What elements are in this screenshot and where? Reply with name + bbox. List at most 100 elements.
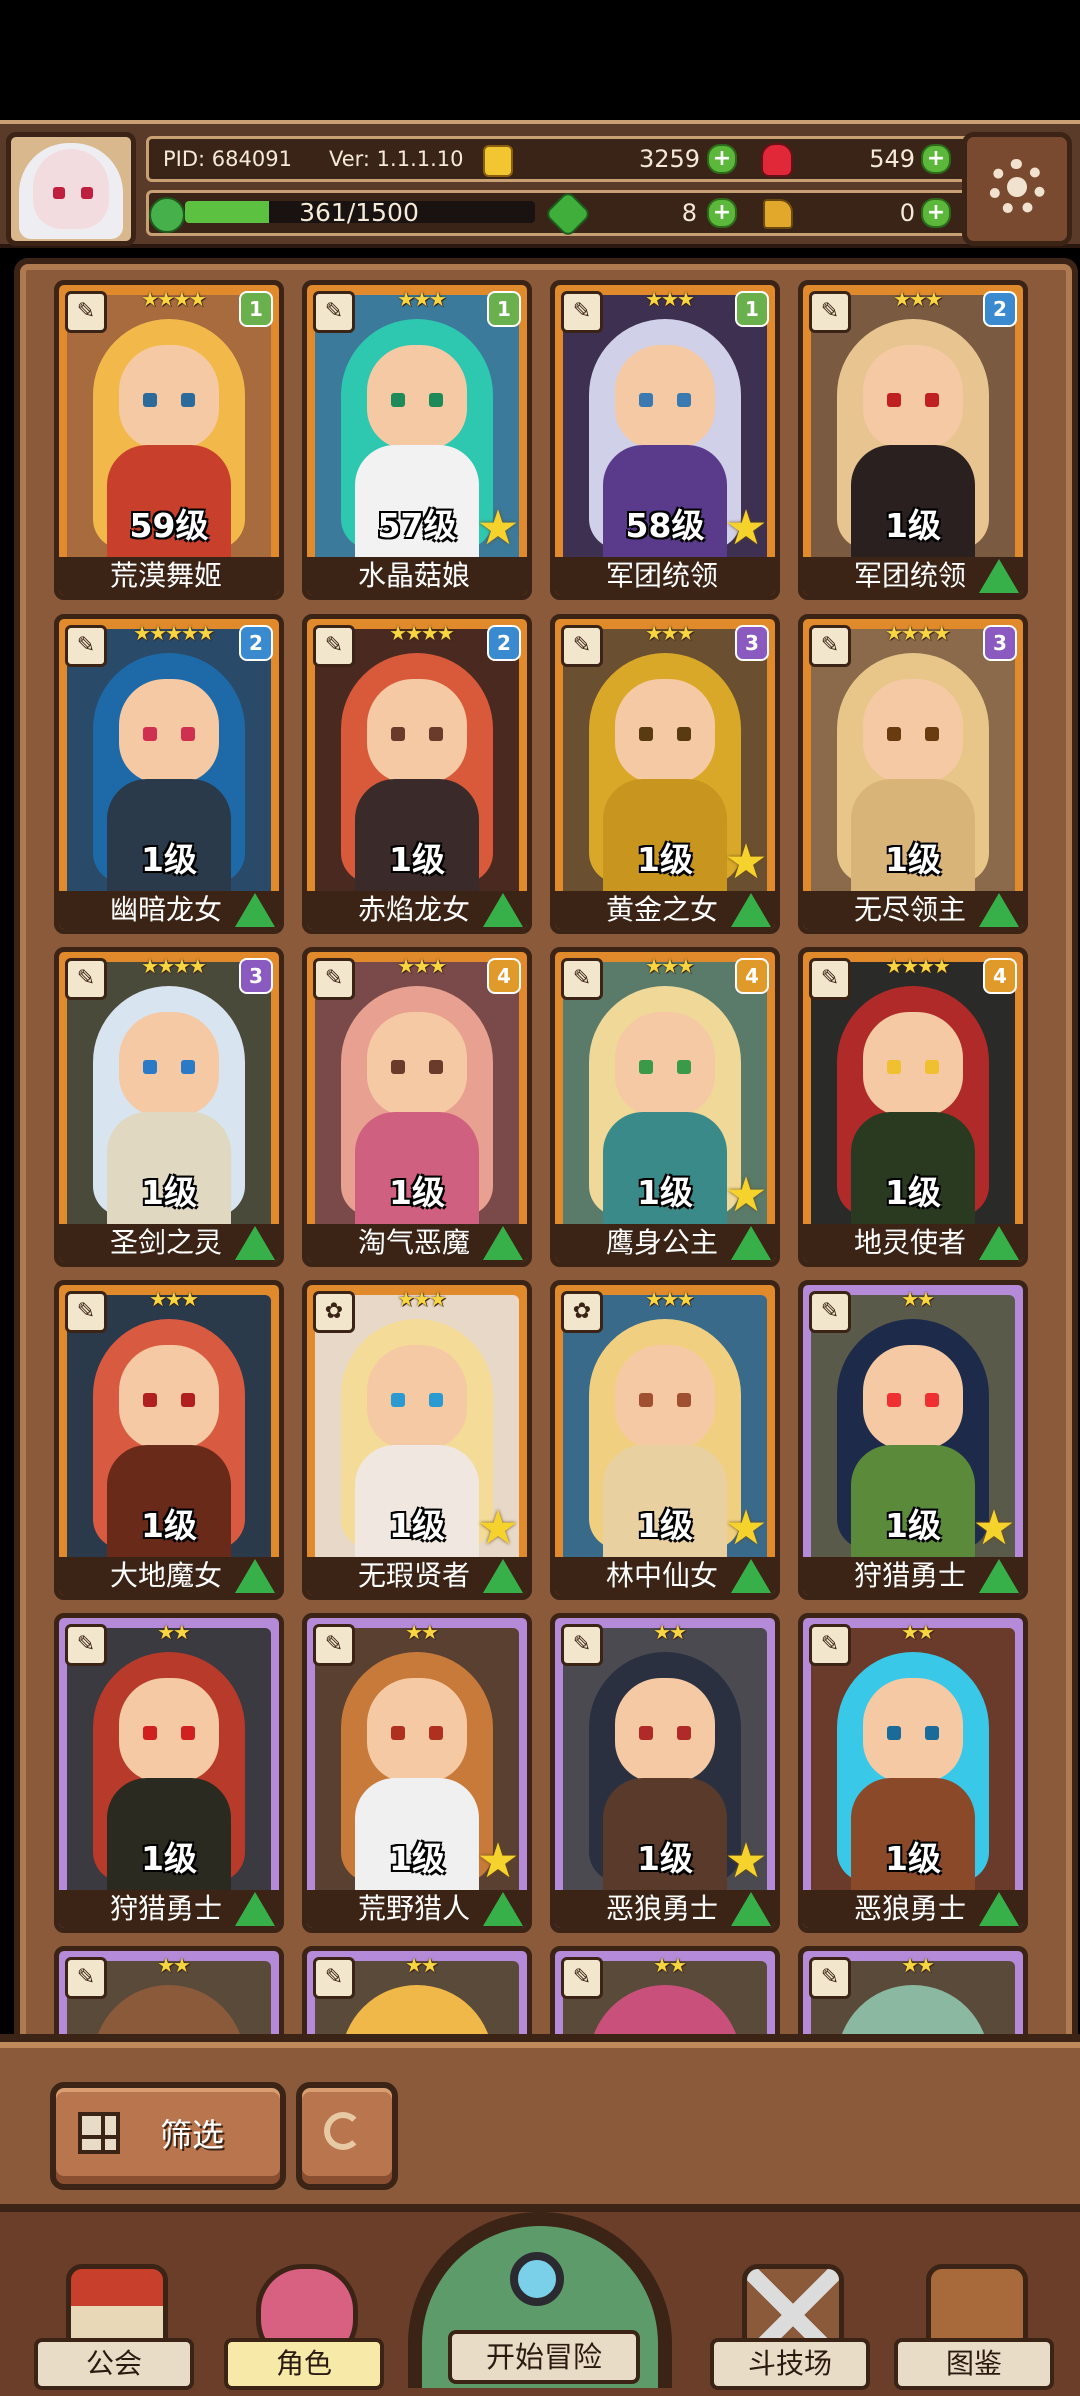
tab-codex[interactable]: 图鉴 xyxy=(894,2240,1054,2390)
resource-row: 361/1500 8 + 0 + xyxy=(146,189,972,239)
start-adventure-label: 开始冒险 xyxy=(448,2330,640,2384)
rarity-stars: ★★★ xyxy=(149,1287,199,1311)
character-card[interactable]: ✎ ★★★★ 4 1级 地灵使者 xyxy=(798,947,1028,1267)
tier-badge: 2 xyxy=(239,625,273,661)
character-name: 鹰身公主 xyxy=(605,1226,718,1259)
upgrade-arrow-icon xyxy=(235,893,275,927)
character-card[interactable]: ✎ ★★ 1级 狩猎勇士 xyxy=(54,1613,284,1933)
gold-coin-icon xyxy=(483,145,513,177)
character-name: 淘气恶魔 xyxy=(357,1226,470,1259)
character-card[interactable]: ✎ ★★★ 2 1级 军团统领 xyxy=(798,280,1028,600)
character-name-bar: 水晶菇娘 xyxy=(307,557,527,595)
tab-arena-label: 斗技场 xyxy=(710,2338,870,2390)
character-card[interactable]: ✎ ★★★★ 3 1级 无尽领主 xyxy=(798,614,1028,934)
tier-badge: 3 xyxy=(983,625,1017,661)
start-adventure-button[interactable]: 开始冒险 xyxy=(408,2212,672,2388)
character-name: 赤焰龙女 xyxy=(357,893,470,926)
character-level: 1级 xyxy=(141,1173,197,1212)
character-name: 圣剑之灵 xyxy=(109,1226,222,1259)
character-name: 恶狼勇士 xyxy=(853,1892,966,1925)
tab-character[interactable]: 角色 xyxy=(224,2240,384,2390)
filter-label: 筛选 xyxy=(160,2116,225,2154)
tier-badge: 2 xyxy=(983,291,1017,327)
add-clover-button[interactable]: + xyxy=(707,198,737,228)
character-card[interactable]: ✎ ★★★ 1 58级 ★ 军团统领 xyxy=(550,280,780,600)
rarity-stars: ★★★★ xyxy=(885,954,951,978)
clover-count: 8 xyxy=(681,199,697,227)
character-card[interactable]: ✎ ★★★★ 3 1级 圣剑之灵 xyxy=(54,947,284,1267)
character-card[interactable]: ✎ ★★ 1级 恶狼勇士 xyxy=(798,1613,1028,1933)
character-card[interactable]: ✎ ★★★ 4 1级 淘气恶魔 xyxy=(302,947,532,1267)
add-key-button[interactable]: + xyxy=(921,198,951,228)
class-type-icon: ✎ xyxy=(65,1957,107,1999)
class-type-icon: ✎ xyxy=(313,958,355,1000)
gem-count: 549 xyxy=(869,145,915,173)
rarity-stars: ★★★ xyxy=(397,1287,447,1311)
rarity-stars: ★★★★ xyxy=(141,954,207,978)
add-gold-button[interactable]: + xyxy=(707,144,737,174)
upgrade-arrow-icon xyxy=(483,893,523,927)
upgrade-arrow-icon xyxy=(979,559,1019,593)
upgrade-arrow-icon xyxy=(979,1559,1019,1593)
character-card[interactable]: ✎ ★★★★ 2 1级 赤焰龙女 xyxy=(302,614,532,934)
upgrade-arrow-icon xyxy=(979,893,1019,927)
rarity-stars: ★★★★ xyxy=(141,287,207,311)
character-grid[interactable]: ✎ ★★★★ 1 59级 荒漠舞姬 ✎ ★★★ 1 57级 ★ 水晶菇娘 ✎ ★★★ 1 58级 ★ 军团统领 ✎… xyxy=(40,270,1040,2040)
character-name: 大地魔女 xyxy=(109,1559,222,1592)
character-card[interactable]: ✎ ★★ 1级 ★ 恶狼勇士 xyxy=(550,1613,780,1933)
refresh-icon xyxy=(324,2112,362,2150)
class-type-icon: ✎ xyxy=(561,1957,603,1999)
class-type-icon: ✎ xyxy=(809,625,851,667)
character-card[interactable]: ✎ ★★★★ 1 59级 荒漠舞姬 xyxy=(54,280,284,600)
character-level: 1级 xyxy=(389,840,445,879)
character-card[interactable]: ✎ ★★ xyxy=(550,1946,780,2040)
character-card[interactable]: ✎ ★★ xyxy=(302,1946,532,2040)
character-card[interactable]: ✎ ★★★ 4 1级 ★ 鹰身公主 xyxy=(550,947,780,1267)
class-type-icon: ✎ xyxy=(809,958,851,1000)
upgrade-arrow-icon xyxy=(483,1226,523,1260)
player-avatar[interactable] xyxy=(6,132,136,246)
character-card[interactable]: ✎ ★★ xyxy=(54,1946,284,2040)
rarity-stars: ★★★ xyxy=(397,954,447,978)
grid-icon xyxy=(78,2112,120,2154)
character-name: 狩猎勇士 xyxy=(853,1559,966,1592)
character-name: 黄金之女 xyxy=(605,893,718,926)
character-name: 恶狼勇士 xyxy=(605,1892,718,1925)
character-name-bar: 军团统领 xyxy=(555,557,775,595)
character-card[interactable]: ✎ ★★★ 1 57级 ★ 水晶菇娘 xyxy=(302,280,532,600)
character-card[interactable]: ✎ ★★★★★ 2 1级 幽暗龙女 xyxy=(54,614,284,934)
filter-button[interactable]: 筛选 xyxy=(50,2082,286,2190)
character-name: 狩猎勇士 xyxy=(109,1892,222,1925)
class-type-icon: ✎ xyxy=(313,1624,355,1666)
character-level: 1级 xyxy=(885,506,941,545)
character-card[interactable]: ✿ ★★★ 1级 ★ 林中仙女 xyxy=(550,1280,780,1600)
tier-badge: 1 xyxy=(735,291,769,327)
rarity-stars: ★★★★ xyxy=(885,621,951,645)
settings-button[interactable] xyxy=(962,132,1072,246)
class-type-icon: ✎ xyxy=(65,625,107,667)
character-card[interactable]: ✎ ★★★ 3 1级 ★ 黄金之女 xyxy=(550,614,780,934)
tab-arena[interactable]: 斗技场 xyxy=(710,2240,870,2390)
star-icon: ★ xyxy=(724,834,768,890)
rarity-stars: ★★★ xyxy=(645,954,695,978)
class-type-icon: ✎ xyxy=(561,1624,603,1666)
tier-badge: 4 xyxy=(735,958,769,994)
tab-guild[interactable]: 公会 xyxy=(34,2240,194,2390)
character-card[interactable]: ✿ ★★★ 1级 ★ 无瑕贤者 xyxy=(302,1280,532,1600)
character-card[interactable]: ✎ ★★ 1级 ★ 荒野猎人 xyxy=(302,1613,532,1933)
refresh-button[interactable] xyxy=(296,2082,398,2190)
character-name: 幽暗龙女 xyxy=(109,893,222,926)
upgrade-arrow-icon xyxy=(731,1559,771,1593)
tier-badge: 3 xyxy=(735,625,769,661)
character-name: 荒漠舞姬 xyxy=(109,559,222,592)
rarity-stars: ★★ xyxy=(405,1620,439,1644)
add-gem-button[interactable]: + xyxy=(921,144,951,174)
player-id: PID: 684091 xyxy=(163,147,292,171)
class-type-icon: ✎ xyxy=(313,291,355,333)
class-type-icon: ✎ xyxy=(561,291,603,333)
tier-badge: 1 xyxy=(487,291,521,327)
character-card[interactable]: ✎ ★★★ 1级 大地魔女 xyxy=(54,1280,284,1600)
character-card[interactable]: ✎ ★★ xyxy=(798,1946,1028,2040)
character-card[interactable]: ✎ ★★ 1级 ★ 狩猎勇士 xyxy=(798,1280,1028,1600)
rarity-stars: ★★ xyxy=(157,1953,191,1977)
